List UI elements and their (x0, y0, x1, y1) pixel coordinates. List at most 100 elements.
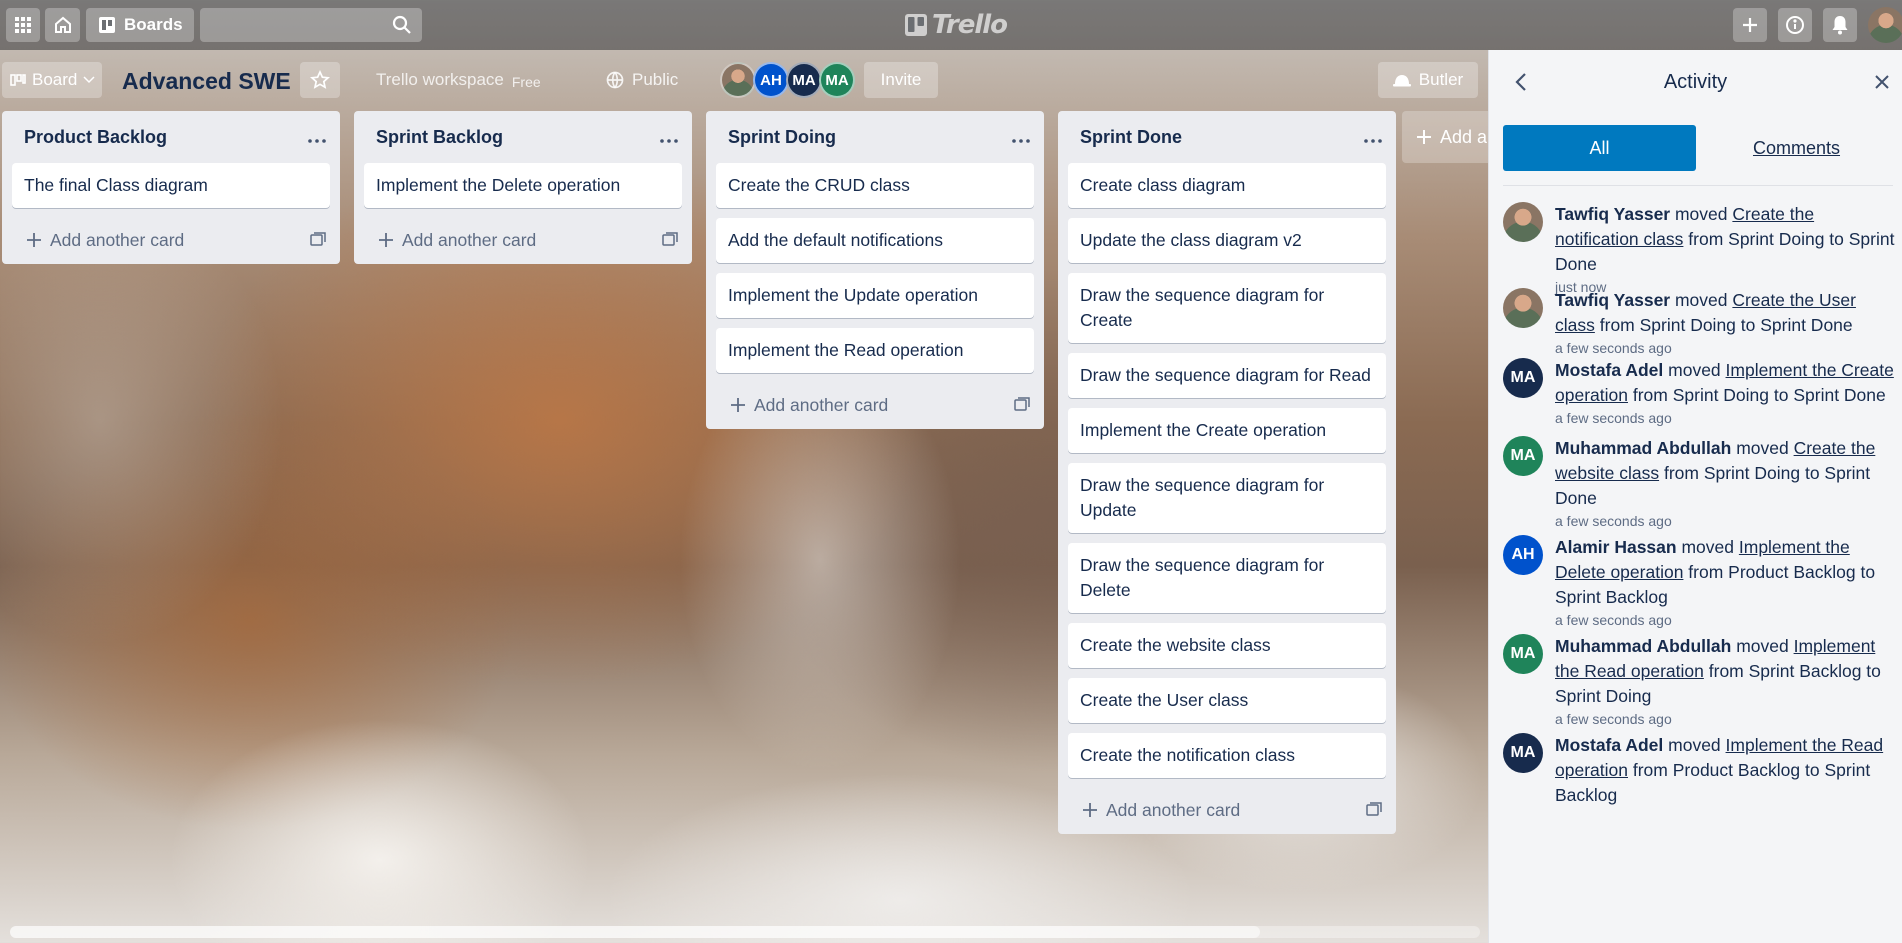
activity-avatar[interactable] (1503, 288, 1543, 328)
activity-user[interactable]: Muhammad Abdullah (1555, 636, 1731, 656)
card[interactable]: Implement the Delete operation (364, 163, 682, 208)
notifications-button[interactable] (1823, 8, 1857, 42)
list-menu-button[interactable] (1012, 132, 1030, 143)
card[interactable]: Update the class diagram v2 (1068, 218, 1386, 263)
star-icon (310, 70, 330, 89)
information-button[interactable] (1778, 8, 1812, 42)
list-menu-button[interactable] (1364, 132, 1382, 143)
add-card-label: Add another card (1106, 799, 1241, 820)
card[interactable]: Implement the Create operation (1068, 408, 1386, 453)
add-card-label: Add another card (402, 229, 537, 250)
trello-logo[interactable]: Trello (905, 10, 1008, 40)
activity-avatar[interactable]: MA (1503, 733, 1543, 773)
create-button[interactable] (1733, 8, 1767, 42)
activity-avatar[interactable]: MA (1503, 436, 1543, 476)
trello-logo-text: Trello (932, 10, 1008, 40)
activity-time[interactable]: a few seconds ago (1555, 340, 1895, 356)
activity-verb: moved (1681, 537, 1734, 557)
card[interactable]: Create the website class (1068, 623, 1386, 668)
activity-verb: moved (1736, 636, 1789, 656)
card[interactable]: Draw the sequence diagram for Update (1068, 463, 1386, 533)
activity-user[interactable]: Tawfiq Yasser (1555, 290, 1670, 310)
add-list-button[interactable]: Add a (1402, 111, 1502, 163)
list-menu-button[interactable] (660, 132, 678, 143)
add-card-button[interactable]: Add another card (26, 230, 184, 251)
add-card-button[interactable]: Add another card (378, 230, 536, 251)
list-title[interactable]: Product Backlog (24, 127, 167, 148)
card[interactable]: Implement the Read operation (716, 328, 1034, 373)
boards-button[interactable]: Boards (86, 8, 194, 42)
plus-icon (379, 233, 393, 247)
activity-user[interactable]: Muhammad Abdullah (1555, 438, 1731, 458)
back-button[interactable] (1505, 66, 1537, 98)
card[interactable]: Draw the sequence diagram for Delete (1068, 543, 1386, 613)
add-card-row: Add another card (706, 381, 1044, 429)
app-switcher-button[interactable] (6, 8, 40, 42)
card-template-button[interactable] (310, 230, 326, 251)
member-avatar[interactable]: MA (786, 62, 822, 98)
activity-detail: from Sprint Doing to Sprint Done (1632, 385, 1886, 405)
card[interactable]: The final Class diagram (12, 163, 330, 208)
list-title[interactable]: Sprint Done (1080, 127, 1182, 148)
list-header: Sprint Backlog (354, 111, 692, 163)
activity-avatar[interactable]: AH (1503, 535, 1543, 575)
butler-button[interactable]: Butler (1378, 62, 1478, 98)
search-input[interactable] (200, 8, 422, 42)
activity-time[interactable]: a few seconds ago (1555, 612, 1895, 628)
horizontal-scrollbar[interactable] (10, 926, 1480, 938)
activity-time[interactable]: a few seconds ago (1555, 513, 1895, 529)
list: Sprint Doing Create the CRUD class Add the… (706, 111, 1044, 429)
home-icon (54, 16, 71, 33)
card[interactable]: Create class diagram (1068, 163, 1386, 208)
activity-time[interactable]: a few seconds ago (1555, 410, 1895, 426)
board-view-icon (10, 74, 26, 86)
board-view-switcher[interactable]: Board (2, 62, 102, 98)
list-title[interactable]: Sprint Backlog (376, 127, 503, 148)
activity-user[interactable]: Mostafa Adel (1555, 735, 1663, 755)
workspace-button[interactable]: Trello workspace Free (352, 62, 586, 98)
list-title[interactable]: Sprint Doing (728, 127, 836, 148)
card[interactable]: Create the notification class (1068, 733, 1386, 778)
add-card-row: Add another card (2, 216, 340, 264)
star-board-button[interactable] (300, 62, 340, 98)
activity-user[interactable]: Mostafa Adel (1555, 360, 1663, 380)
tab-all[interactable]: All (1503, 125, 1696, 171)
card-template-button[interactable] (1014, 395, 1030, 416)
activity-item: Tawfiq Yasser moved Create the notificat… (1503, 202, 1895, 295)
tab-comments[interactable]: Comments (1700, 125, 1893, 171)
activity-verb: moved (1674, 290, 1728, 310)
add-card-row: Add another card (354, 216, 692, 264)
activity-avatar[interactable]: MA (1503, 358, 1543, 398)
list-menu-button[interactable] (308, 132, 326, 143)
visibility-button[interactable]: Public (592, 62, 690, 98)
activity-user[interactable]: Tawfiq Yasser (1555, 204, 1670, 224)
member-avatar[interactable]: AH (753, 62, 789, 98)
scrollbar-thumb[interactable] (10, 926, 1260, 938)
template-icon (310, 231, 326, 246)
invite-button[interactable]: Invite (864, 62, 938, 98)
activity-item: MA Muhammad Abdullah moved Create the web… (1503, 436, 1895, 529)
activity-user[interactable]: Alamir Hassan (1555, 537, 1677, 557)
member-avatar[interactable]: MA (819, 62, 855, 98)
card[interactable]: Add the default notifications (716, 218, 1034, 263)
card-template-button[interactable] (1366, 800, 1382, 821)
activity-avatar[interactable] (1503, 202, 1543, 242)
card[interactable]: Draw the sequence diagram for Create (1068, 273, 1386, 343)
board-title[interactable]: Advanced SWE (122, 68, 291, 95)
card[interactable]: Draw the sequence diagram for Read (1068, 353, 1386, 398)
card[interactable]: Implement the Update operation (716, 273, 1034, 318)
add-card-button[interactable]: Add another card (1082, 800, 1240, 821)
member-avatar[interactable] (720, 62, 756, 98)
card[interactable]: Create the CRUD class (716, 163, 1034, 208)
more-icon (1364, 138, 1382, 143)
add-list-label: Add a (1440, 126, 1488, 147)
boards-button-label: Boards (124, 15, 183, 34)
activity-avatar[interactable]: MA (1503, 634, 1543, 674)
activity-time[interactable]: a few seconds ago (1555, 711, 1895, 727)
close-panel-button[interactable] (1866, 66, 1898, 98)
add-card-button[interactable]: Add another card (730, 395, 888, 416)
card[interactable]: Create the User class (1068, 678, 1386, 723)
user-avatar[interactable] (1868, 7, 1902, 43)
card-template-button[interactable] (662, 230, 678, 251)
home-button[interactable] (45, 8, 80, 42)
